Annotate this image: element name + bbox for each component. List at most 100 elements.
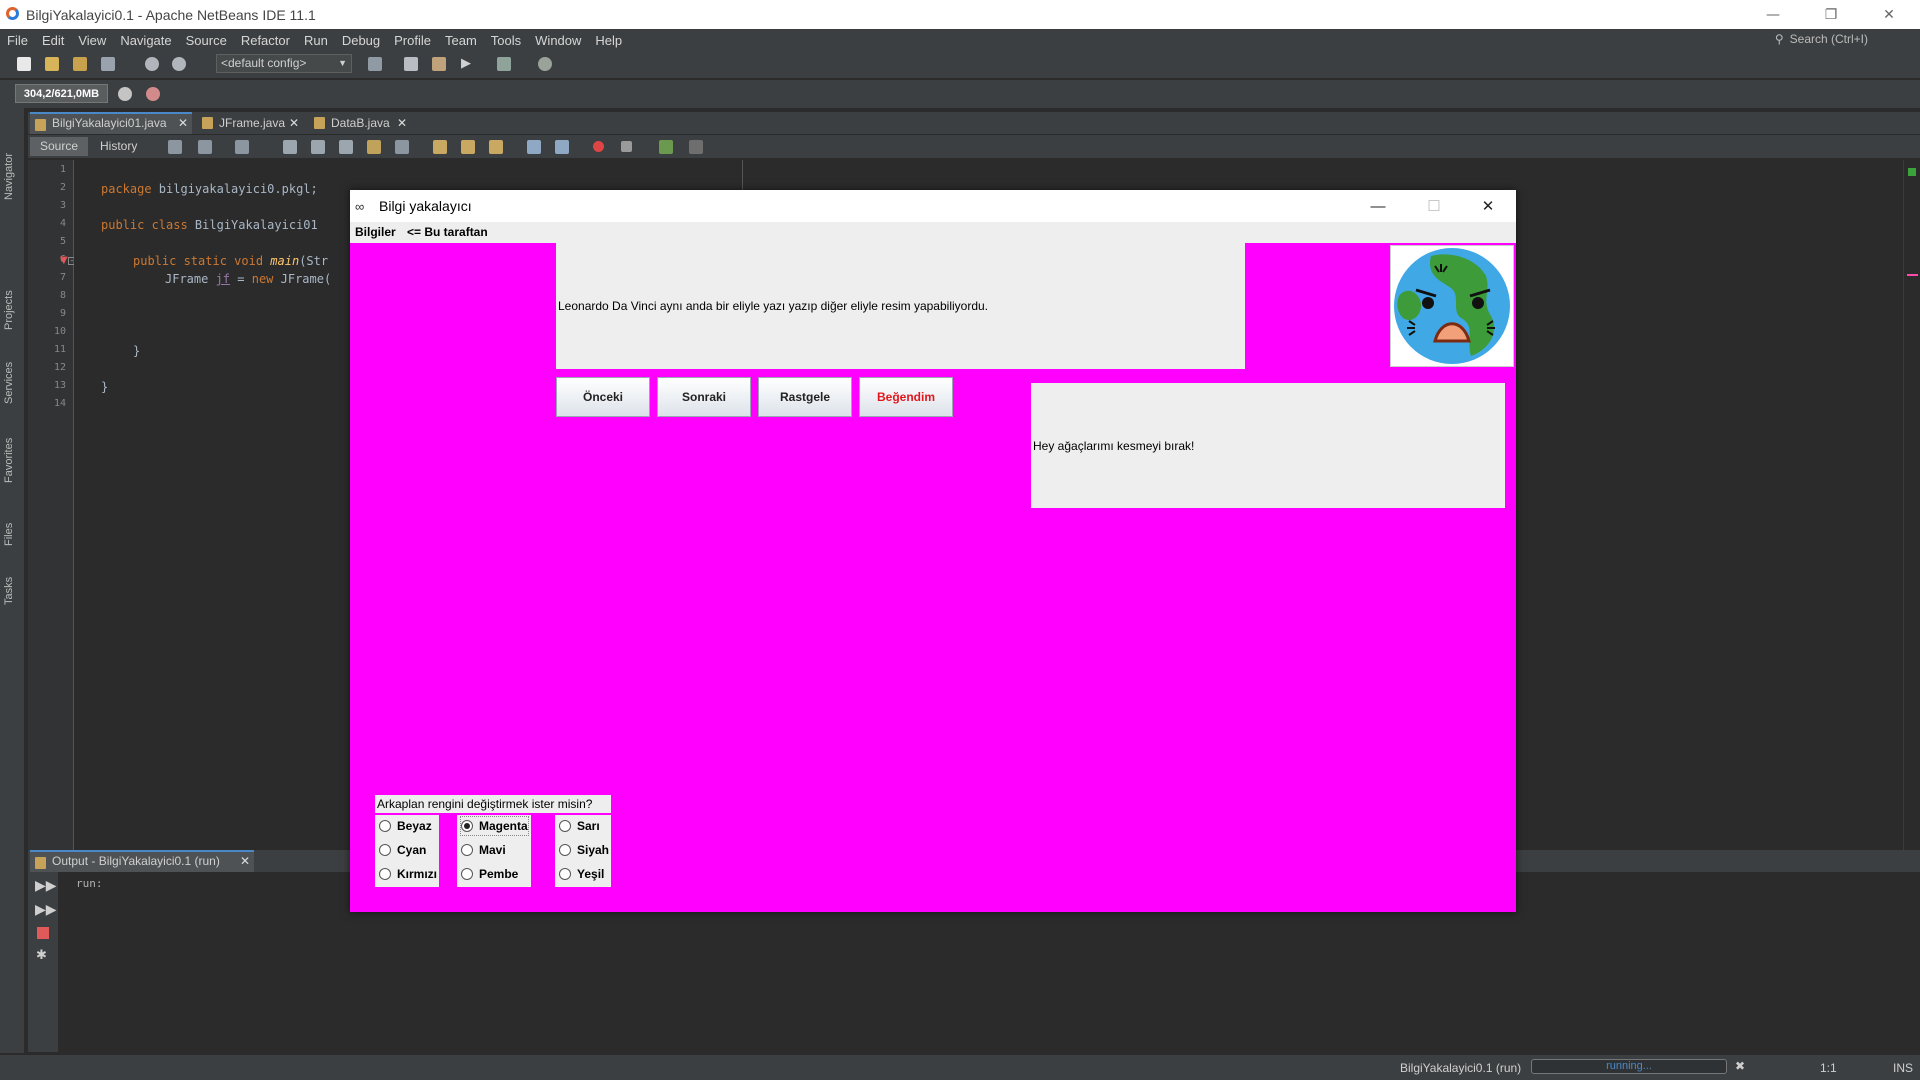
previous-button[interactable]: Önceki <box>556 377 650 417</box>
rerun-icon[interactable]: ▶▶ <box>35 878 57 894</box>
history-view-button[interactable]: History <box>90 137 147 156</box>
tab-output[interactable]: Output - BilgiYakalayici0.1 (run) ✕ <box>30 850 254 872</box>
quote-text-area[interactable]: Hey ağaçlarımı kesmeyi bırak! <box>1031 383 1505 508</box>
menu-window[interactable]: Window <box>528 33 588 48</box>
menu-edit[interactable]: Edit <box>35 33 71 48</box>
error-stripe <box>1903 160 1920 850</box>
stop-icon[interactable] <box>37 927 49 939</box>
back-icon[interactable] <box>198 140 212 154</box>
menu-profile[interactable]: Profile <box>387 33 438 48</box>
find-icon[interactable] <box>283 140 297 154</box>
memory-indicator[interactable]: 304,2/621,0MB <box>15 84 108 103</box>
save-all-icon[interactable] <box>101 57 115 71</box>
side-tab-favorites[interactable]: Favorites <box>3 438 15 483</box>
minimize-icon[interactable]: — <box>1744 0 1802 29</box>
radio-icon <box>559 820 571 832</box>
side-tab-services[interactable]: Services <box>3 362 15 404</box>
search-box[interactable]: ⚲ Search (Ctrl+I) <box>1775 32 1868 46</box>
radio-sari[interactable]: Sarı <box>559 817 600 835</box>
config-select[interactable]: <default config> ▼ <box>216 54 352 73</box>
find-previous-icon[interactable] <box>311 140 325 154</box>
rerun-with-params-icon[interactable]: ▶▶ <box>35 902 57 918</box>
close-icon[interactable]: ✕ <box>1860 0 1918 29</box>
previous-bookmark-icon[interactable] <box>433 140 447 154</box>
new-project-icon[interactable] <box>45 57 59 71</box>
side-tab-tasks[interactable]: Tasks <box>3 577 15 605</box>
profile-icon[interactable] <box>538 57 552 71</box>
next-button[interactable]: Sonraki <box>657 377 751 417</box>
forward-icon[interactable] <box>235 140 249 154</box>
maximize-icon[interactable]: ☐ <box>1406 190 1462 222</box>
gc-icon[interactable] <box>118 87 132 101</box>
toggle-bookmark-icon[interactable] <box>489 140 503 154</box>
redo-icon[interactable] <box>172 57 186 71</box>
tab-bilgiyakalayici01[interactable]: BilgiYakalayici01.java ✕ <box>30 112 192 134</box>
find-next-icon[interactable] <box>339 140 353 154</box>
java-file-icon <box>314 117 325 129</box>
radio-kirmizi[interactable]: Kırmızı <box>379 865 437 883</box>
radio-icon <box>379 868 391 880</box>
info-text-area[interactable]: Leonardo Da Vinci aynı anda bir eliyle y… <box>556 243 1245 369</box>
source-view-button[interactable]: Source <box>30 137 89 156</box>
undo-icon[interactable] <box>145 57 159 71</box>
build-icon[interactable] <box>368 57 382 71</box>
run-icon[interactable]: ▶ <box>461 57 475 71</box>
stop-macro-icon[interactable] <box>621 141 632 152</box>
shift-left-icon[interactable] <box>527 140 541 154</box>
radio-magenta[interactable]: Magenta <box>460 816 529 836</box>
close-tab-icon[interactable]: ✕ <box>289 112 299 134</box>
menu-team[interactable]: Team <box>438 33 484 48</box>
status-bar: BilgiYakalayici0.1 (run) running... ✖ 1:… <box>0 1055 1920 1080</box>
next-bookmark-icon[interactable] <box>461 140 475 154</box>
side-tab-files[interactable]: Files <box>3 523 15 546</box>
menu-help[interactable]: Help <box>588 33 629 48</box>
shift-right-icon[interactable] <box>555 140 569 154</box>
close-tab-icon[interactable]: ✕ <box>240 852 250 871</box>
toggle-highlight-icon[interactable] <box>367 140 381 154</box>
uncomment-icon[interactable] <box>689 140 703 154</box>
debug-icon[interactable] <box>497 57 511 71</box>
restore-icon[interactable]: ❐ <box>1802 0 1860 29</box>
open-project-icon[interactable] <box>73 57 87 71</box>
menu-tools[interactable]: Tools <box>484 33 528 48</box>
run-marker-icon[interactable]: ▼ <box>60 255 68 266</box>
menu-file[interactable]: File <box>0 33 35 48</box>
menu-run[interactable]: Run <box>297 33 335 48</box>
code-text: JFrame( <box>273 272 332 286</box>
radio-cyan[interactable]: Cyan <box>379 841 426 859</box>
tab-datab[interactable]: DataB.java ✕ <box>309 112 411 134</box>
settings-icon[interactable]: ✱ <box>36 948 47 963</box>
radio-mavi[interactable]: Mavi <box>461 841 506 859</box>
radio-label: Cyan <box>397 843 427 857</box>
clean-build-icon[interactable] <box>432 57 446 71</box>
comment-icon[interactable] <box>659 140 673 154</box>
menu-refactor[interactable]: Refactor <box>234 33 297 48</box>
toggle-rectangular-icon[interactable] <box>395 140 409 154</box>
last-edit-icon[interactable] <box>168 140 182 154</box>
menu-bilgiler[interactable]: Bilgiler <box>355 225 396 239</box>
close-tab-icon[interactable]: ✕ <box>178 114 188 133</box>
side-tab-projects[interactable]: Projects <box>3 290 15 330</box>
start-macro-icon[interactable] <box>593 141 604 152</box>
hammer-icon[interactable] <box>404 57 418 71</box>
menu-debug[interactable]: Debug <box>335 33 387 48</box>
menu-source[interactable]: Source <box>179 33 234 48</box>
close-icon[interactable]: ✕ <box>1460 190 1516 222</box>
radio-beyaz[interactable]: Beyaz <box>379 817 432 835</box>
menu-view[interactable]: View <box>71 33 113 48</box>
new-file-icon[interactable] <box>17 57 31 71</box>
radio-pembe[interactable]: Pembe <box>461 865 518 883</box>
profiler-snapshot-icon[interactable] <box>146 87 160 101</box>
radio-siyah[interactable]: Siyah <box>559 841 609 859</box>
tab-jframe[interactable]: JFrame.java ✕ <box>197 112 303 134</box>
radio-yesil[interactable]: Yeşil <box>559 865 604 883</box>
progress-bar[interactable]: running... <box>1531 1059 1727 1074</box>
cancel-task-icon[interactable]: ✖ <box>1735 1059 1745 1073</box>
error-mark[interactable] <box>1907 274 1918 276</box>
minimize-icon[interactable]: — <box>1350 190 1406 222</box>
like-button[interactable]: Beğendim <box>859 377 953 417</box>
close-tab-icon[interactable]: ✕ <box>397 112 407 134</box>
menu-navigate[interactable]: Navigate <box>113 33 178 48</box>
side-tab-navigator[interactable]: Navigator <box>3 153 15 200</box>
random-button[interactable]: Rastgele <box>758 377 852 417</box>
